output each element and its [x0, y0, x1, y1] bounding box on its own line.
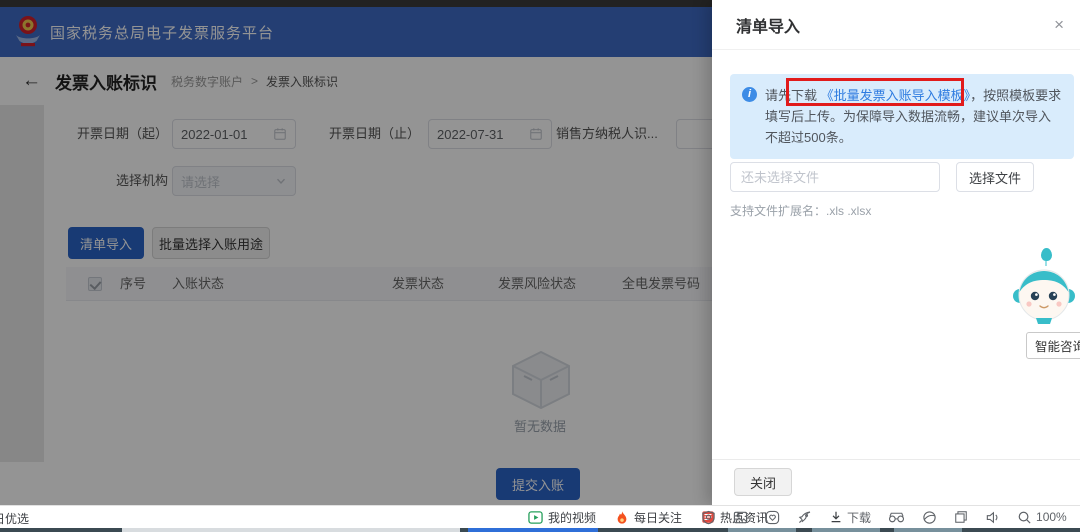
car-icon[interactable] [888, 511, 905, 524]
notice-box: i 请先下载 《批量发票入账导入模板》，按照模板要求填写后上传。为保障导入数据流… [730, 74, 1074, 159]
taskbar-segment [468, 528, 598, 532]
file-extension-hint: 支持文件扩展名：.xls .xlsx [730, 202, 871, 219]
statusbar-icons: 下载 100% [701, 506, 1067, 528]
screenshot-icon[interactable] [733, 510, 748, 525]
taskbar-sliver [0, 528, 1080, 532]
daily-follow-label: 每日关注 [634, 509, 682, 526]
my-videos-item[interactable]: 我的视频 [528, 509, 596, 526]
multi-window-icon[interactable] [954, 510, 968, 524]
rocket-icon[interactable] [797, 510, 812, 525]
drawer-header: 清单导入 × [712, 0, 1080, 50]
mascot-antenna-icon [1041, 248, 1052, 261]
screen: 国家税务总局电子发票服务平台 ← 发票入账标识 税务数字账户 > 发票入账标识 … [0, 0, 1080, 532]
taskbar-segment [122, 528, 460, 532]
speaker-icon[interactable] [985, 510, 1000, 525]
assistant-mascot[interactable] [1012, 248, 1080, 324]
zoom-control[interactable]: 100% [1017, 510, 1067, 525]
play-icon [528, 510, 543, 525]
statusbar-left-text[interactable]: 日优选 [0, 510, 29, 527]
daily-follow-item[interactable]: 每日关注 [615, 509, 682, 526]
mascot-face-icon [1012, 266, 1076, 324]
taskbar-segment [728, 528, 796, 532]
template-download-link[interactable]: 《批量发票入账导入模板》 [821, 88, 971, 103]
mascot-label[interactable]: 智能咨询 [1026, 332, 1080, 359]
browser-status-bar: 日优选 我的视频 每日关注 热点资讯 [0, 505, 1080, 528]
modal-overlay [0, 0, 712, 505]
my-videos-label: 我的视频 [548, 509, 596, 526]
download-button[interactable]: 下载 [829, 509, 871, 526]
taskbar-segment [812, 528, 880, 532]
choose-file-button[interactable]: 选择文件 [956, 162, 1034, 192]
file-name-input[interactable] [730, 162, 940, 192]
close-icon[interactable]: × [1054, 16, 1064, 33]
taskbar-segment [894, 528, 962, 532]
magnifier-icon [1017, 510, 1032, 525]
drawer-footer-divider [712, 459, 1080, 460]
mood-heart-icon[interactable] [765, 510, 780, 525]
flame-icon [615, 510, 629, 525]
info-icon: i [742, 87, 757, 102]
globe-icon[interactable] [922, 510, 937, 525]
drawer-title: 清单导入 [736, 13, 800, 37]
drawer-close-button[interactable]: 关闭 [734, 468, 792, 496]
download-label: 下载 [847, 509, 871, 526]
notice-pre: 请先下载 [765, 88, 817, 103]
zoom-value: 100% [1036, 510, 1067, 524]
notice-text: 请先下载 《批量发票入账导入模板》，按照模板要求填写后上传。为保障导入数据流畅，… [765, 85, 1062, 148]
shield-icon[interactable] [701, 510, 716, 525]
